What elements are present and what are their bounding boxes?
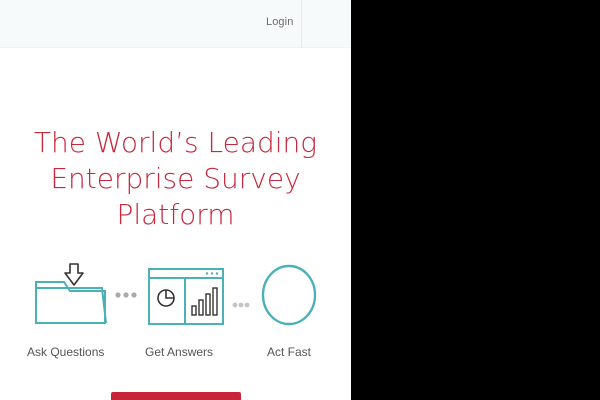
step-connector-dots-2	[232, 302, 250, 308]
hero-headline-line-2: Enterprise Survey	[50, 162, 301, 195]
get-started-button[interactable]: Get Started	[111, 392, 241, 400]
page-viewport: Login The World’s Leading Enterprise Sur…	[0, 0, 351, 400]
folder-download-icon	[35, 263, 107, 324]
step-connector-dots-1	[115, 292, 137, 298]
step-label-get-answers: Get Answers	[145, 345, 214, 359]
step-label-ask-questions: Ask Questions	[27, 345, 105, 359]
login-link[interactable]: Login	[266, 16, 293, 28]
circle-icon	[261, 264, 317, 326]
hero-headline: The World’s Leading Enterprise Survey Pl…	[0, 125, 351, 233]
top-navigation-bar: Login	[0, 0, 351, 48]
hero-headline-line-1: The World’s Leading	[33, 126, 318, 159]
dashboard-charts-icon	[148, 268, 224, 325]
nav-divider	[301, 0, 302, 47]
step-label-act-fast: Act Fast	[267, 345, 312, 359]
hero-headline-line-3: Platform	[116, 198, 235, 231]
